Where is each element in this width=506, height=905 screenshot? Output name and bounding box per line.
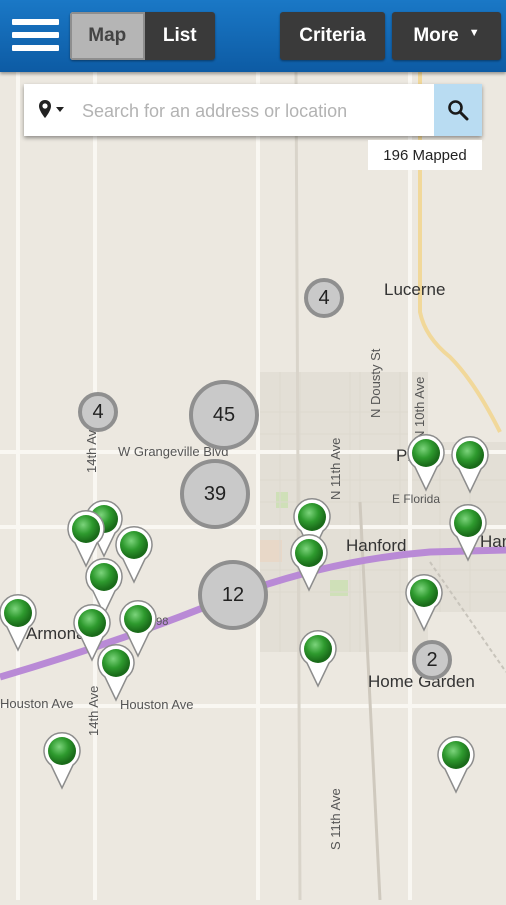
more-button[interactable]: More ▼ — [392, 12, 501, 60]
mapped-count-badge: 196 Mapped — [368, 140, 482, 170]
hamburger-menu-icon[interactable] — [12, 16, 60, 54]
listing-pin-marker[interactable] — [449, 504, 487, 562]
search-button[interactable] — [434, 84, 482, 136]
map-label-n-11th: N 11th Ave — [328, 437, 343, 500]
chevron-down-icon: ▼ — [468, 27, 480, 39]
listing-pin-marker[interactable] — [299, 630, 337, 688]
listing-pin-marker[interactable] — [407, 434, 445, 492]
map-view-button[interactable]: Map — [70, 12, 145, 60]
listing-pin-marker[interactable] — [405, 574, 443, 632]
cluster-marker[interactable]: 4 — [304, 278, 344, 318]
map-label-hanford: Hanford — [346, 536, 407, 555]
location-pin-dropdown-icon[interactable] — [36, 98, 70, 122]
criteria-button[interactable]: Criteria — [280, 12, 385, 60]
map-label-e-florida: E Florida — [392, 492, 441, 506]
listing-pin-marker[interactable] — [97, 644, 135, 702]
map-label-n-dousty: N Dousty St — [368, 348, 383, 418]
listing-pin-marker[interactable] — [451, 436, 489, 494]
list-view-button[interactable]: List — [144, 12, 215, 60]
magnifier-icon — [448, 100, 469, 121]
listing-pin-marker[interactable] — [437, 736, 475, 794]
cluster-marker[interactable]: 12 — [198, 560, 268, 630]
map-label-houston-ave-left: Houston Ave — [0, 696, 74, 711]
cluster-marker[interactable]: 39 — [180, 459, 250, 529]
search-input[interactable] — [80, 94, 454, 128]
view-toggle: Map List — [70, 12, 215, 60]
criteria-label: Criteria — [299, 25, 366, 46]
cluster-marker[interactable]: 45 — [189, 380, 259, 450]
more-label: More — [413, 25, 459, 46]
listing-pin-marker[interactable] — [290, 534, 328, 592]
cluster-marker[interactable]: 4 — [78, 392, 118, 432]
map-label-s-11th: S 11th Ave — [328, 788, 343, 850]
map-label-lucerne: Lucerne — [384, 280, 446, 299]
search-bar — [24, 84, 482, 136]
top-toolbar: Map List Criteria More ▼ — [0, 0, 506, 72]
listing-pin-marker[interactable] — [0, 594, 37, 652]
listing-pin-marker[interactable] — [43, 732, 81, 790]
map-label-n-10th: N 10th Ave — [412, 376, 427, 440]
cluster-marker[interactable]: 2 — [412, 640, 452, 680]
